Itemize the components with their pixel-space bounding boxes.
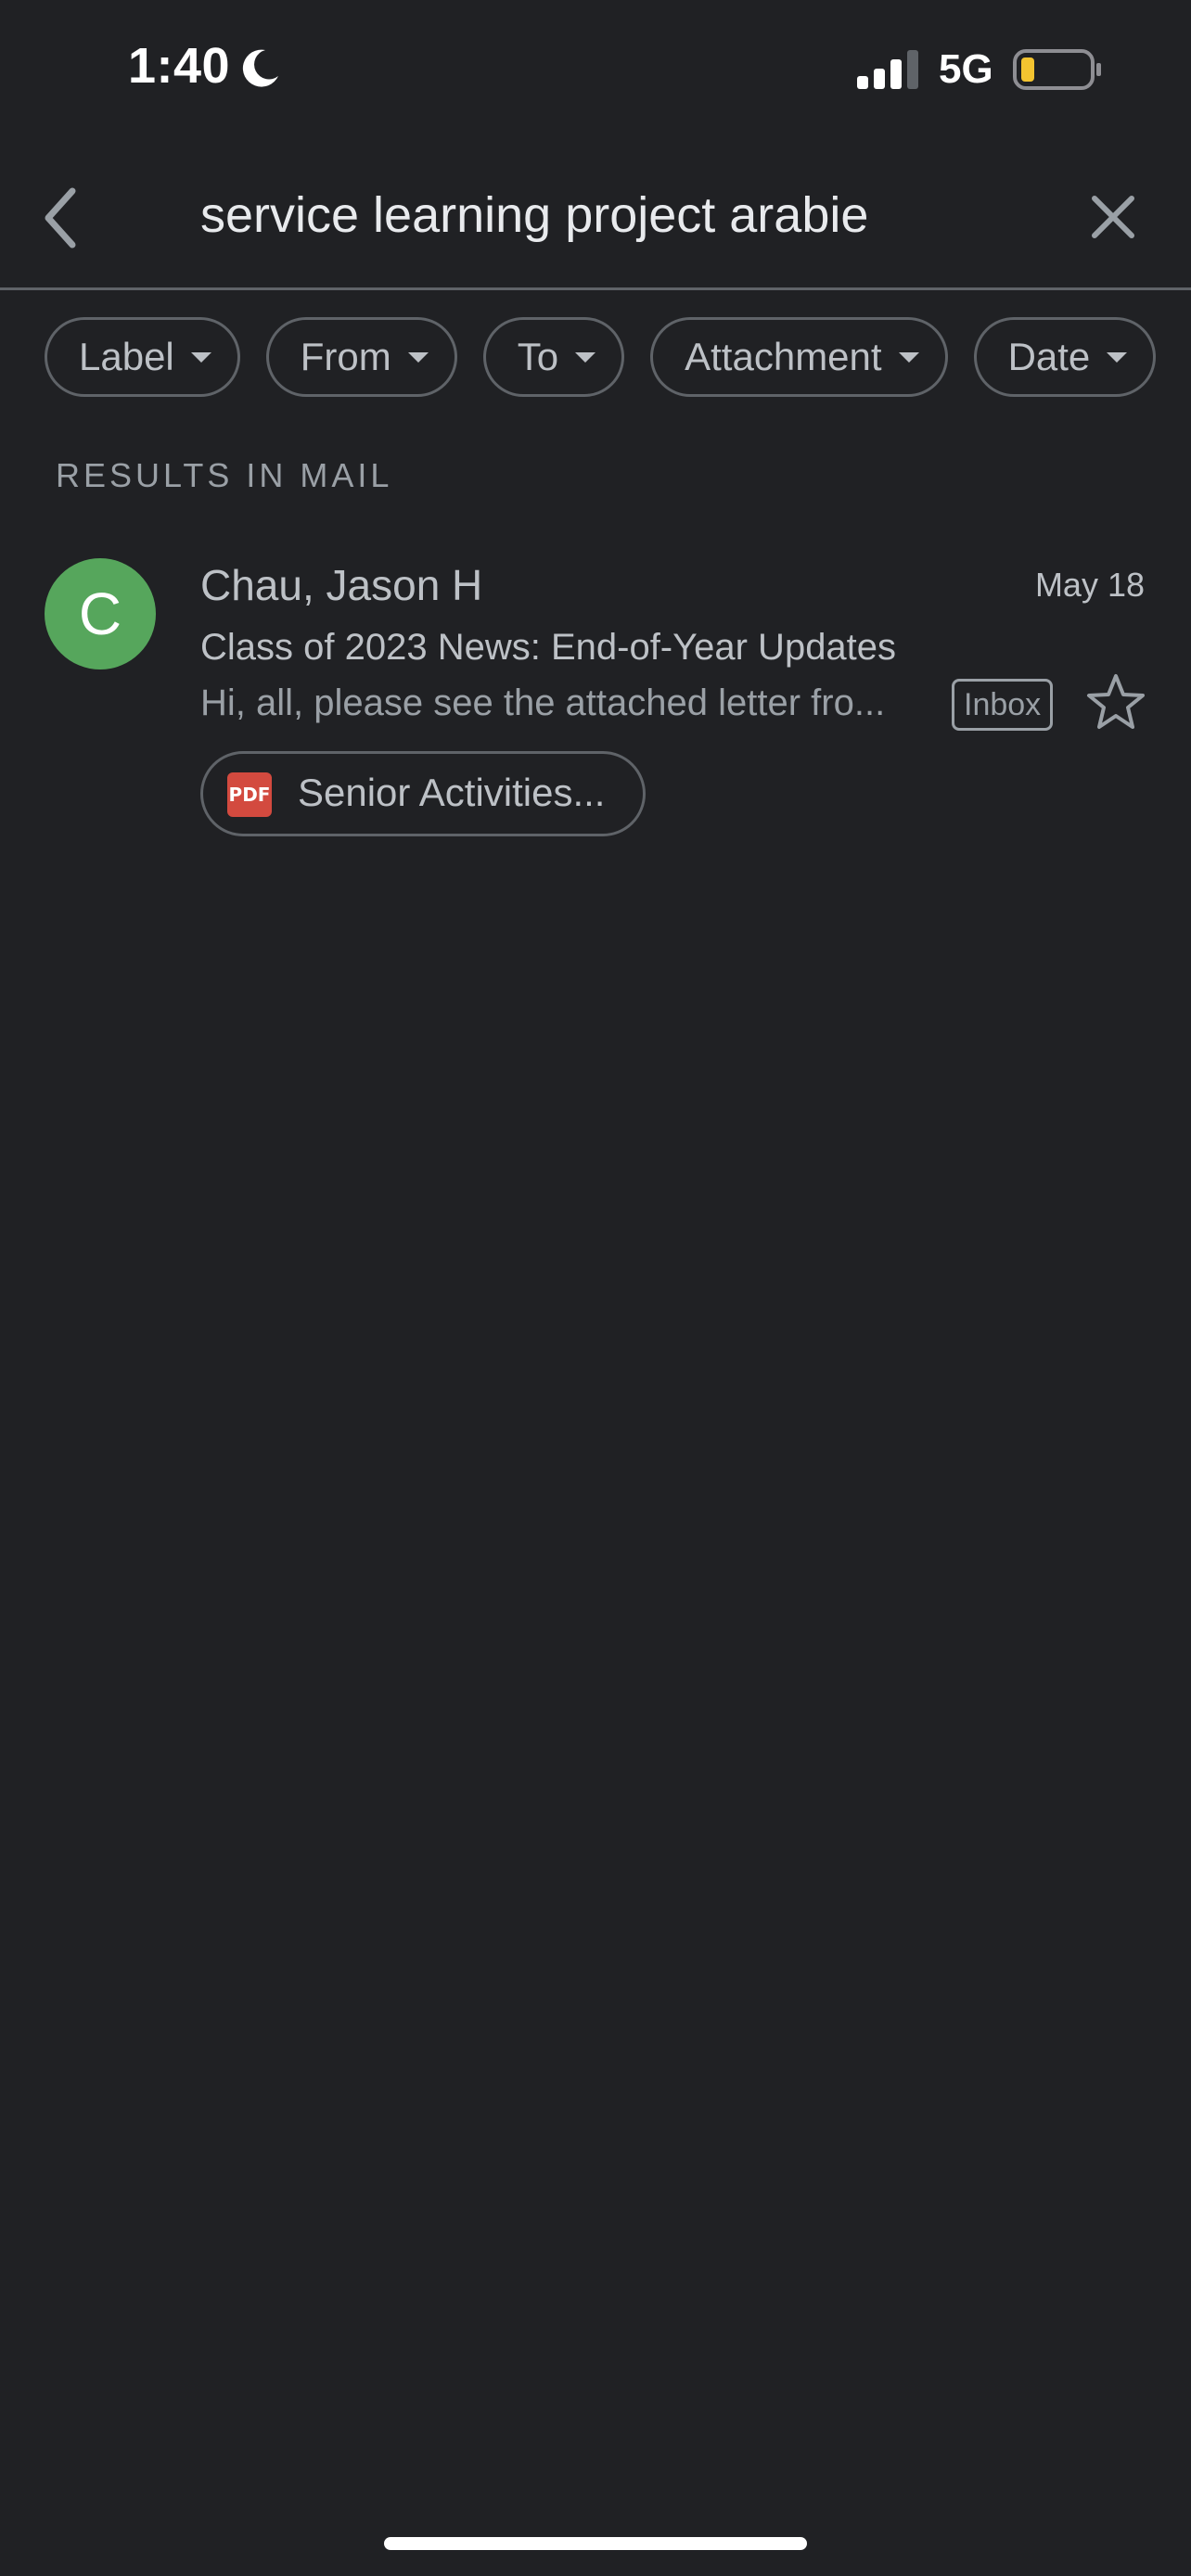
dropdown-caret-icon (575, 351, 596, 363)
battery-icon (1013, 49, 1101, 90)
mail-list-item[interactable]: C Chau, Jason H May 18 Class of 2023 New… (0, 538, 1191, 853)
search-input[interactable]: service learning project arabie (200, 178, 1035, 252)
star-icon[interactable] (1085, 671, 1146, 733)
pdf-file-icon: PDF (227, 772, 272, 817)
dropdown-caret-icon (1107, 351, 1128, 363)
mail-subject: Class of 2023 News: End-of-Year Updates (200, 627, 897, 668)
filter-chip-attachment[interactable]: Attachment (650, 317, 948, 397)
status-bar: 1:40 5G (0, 0, 1191, 139)
filter-chip-date[interactable]: Date (973, 317, 1157, 397)
results-section-header: RESULTS IN MAIL (56, 456, 393, 494)
search-bar: service learning project arabie (0, 148, 1191, 290)
mail-date: May 18 (1034, 566, 1145, 604)
filter-chip-text: Date (1007, 335, 1091, 378)
attachment-name: Senior Activities... (298, 771, 606, 814)
avatar: C (45, 558, 156, 670)
filter-chip-text: To (517, 335, 559, 378)
cellular-signal-icon (857, 50, 918, 89)
filter-chip-from[interactable]: From (265, 317, 457, 397)
filter-chip-to[interactable]: To (482, 317, 625, 397)
filter-chip-text: From (300, 335, 391, 378)
home-indicator[interactable] (384, 2537, 807, 2550)
network-type-label: 5G (939, 46, 993, 92)
filter-chip-text: Attachment (685, 335, 882, 378)
mail-snippet: Hi, all, please see the attached letter … (200, 682, 886, 723)
attachment-chip[interactable]: PDF Senior Activities... (200, 751, 646, 836)
filter-chip-row: Label From To Attachment Date (45, 317, 1191, 402)
back-arrow-icon[interactable] (37, 176, 89, 260)
status-time: 1:40 (128, 38, 231, 94)
moon-icon (242, 49, 278, 87)
dropdown-caret-icon (407, 351, 429, 363)
close-icon[interactable] (1085, 185, 1141, 249)
sender-name: Chau, Jason H (200, 561, 483, 609)
filter-chip-label[interactable]: Label (45, 317, 240, 397)
dropdown-caret-icon (190, 351, 211, 363)
filter-chip-text: Label (79, 335, 174, 378)
dropdown-caret-icon (898, 351, 919, 363)
label-badge: Inbox (952, 679, 1054, 731)
